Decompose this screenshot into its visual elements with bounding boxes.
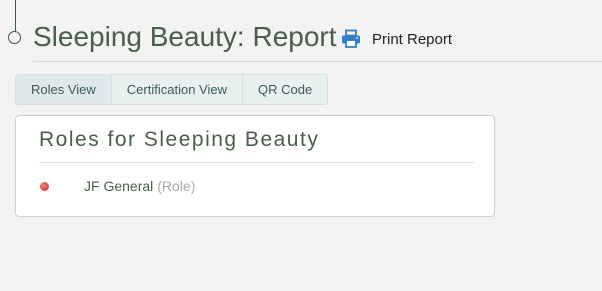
status-dot-icon: [40, 181, 49, 191]
timeline-node-icon: [8, 31, 21, 44]
printer-icon: [341, 29, 361, 49]
timeline-line: [15, 0, 16, 32]
panel-divider: [39, 162, 474, 163]
view-tabs: Roles View Certification View QR Code: [15, 74, 329, 105]
tab-qr-code[interactable]: QR Code: [243, 75, 327, 104]
header-divider: [33, 61, 602, 62]
role-name: JF General: [84, 178, 154, 194]
print-report-label: Print Report: [372, 30, 453, 48]
tab-roles-view[interactable]: Roles View: [16, 75, 112, 104]
roles-panel: Roles for Sleeping Beauty JF General (Ro…: [15, 115, 495, 217]
page-title: Sleeping Beauty: Report: [33, 21, 337, 52]
role-type: (Role): [157, 178, 196, 194]
panel-title: Roles for Sleeping Beauty: [39, 128, 320, 151]
list-item: JF General (Role): [40, 178, 195, 194]
print-report-button[interactable]: Print Report: [341, 29, 452, 49]
tab-certification-view[interactable]: Certification View: [112, 75, 243, 104]
